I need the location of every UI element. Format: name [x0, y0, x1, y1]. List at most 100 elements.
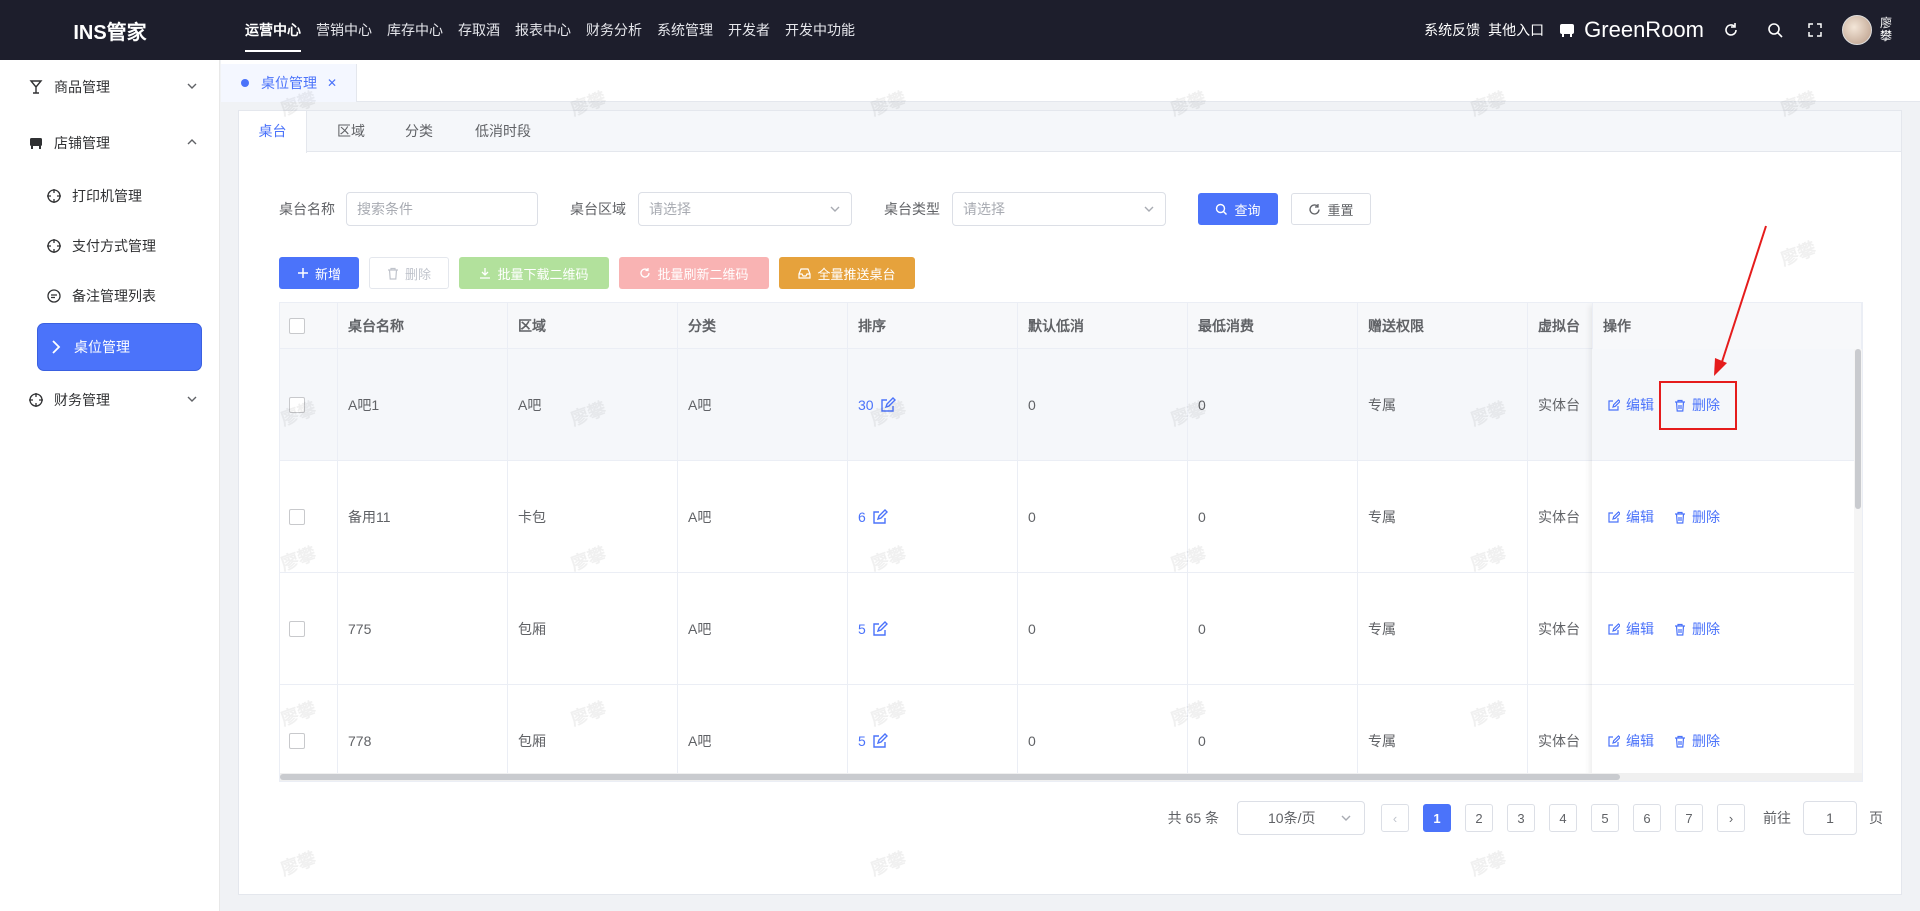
sort-edit[interactable]: 30	[858, 349, 896, 461]
sort-edit[interactable]: 5	[858, 573, 888, 685]
sidebar-group-store[interactable]: 店铺管理	[0, 118, 220, 168]
inbox-icon	[798, 268, 812, 279]
area-cell: A吧	[508, 349, 678, 461]
delete-row-button[interactable]: 删除	[1674, 395, 1720, 415]
page-button[interactable]: 4	[1549, 804, 1577, 832]
action-cell: 编辑 删除	[1592, 685, 1853, 781]
page-tab-tables[interactable]: 桌位管理 ✕	[221, 64, 357, 102]
row-checkbox[interactable]	[289, 397, 305, 413]
topnav-item-dev-features[interactable]: 开发中功能	[785, 0, 855, 60]
select-placeholder: 请选择	[963, 201, 1005, 217]
edit-button[interactable]: 编辑	[1608, 619, 1654, 639]
sidebar-item-printer[interactable]: 打印机管理	[0, 171, 220, 221]
page-size-value: 10条/页	[1268, 810, 1316, 826]
topnav-item-reports[interactable]: 报表中心	[515, 0, 571, 60]
edit-button[interactable]: 编辑	[1608, 395, 1654, 415]
category-cell: A吧	[678, 461, 848, 573]
sidebar-item-tables[interactable]: 桌位管理	[38, 324, 201, 370]
edit-button[interactable]: 编辑	[1608, 731, 1654, 751]
edit-button[interactable]: 编辑	[1608, 507, 1654, 527]
min-spend-cell: 0	[1188, 349, 1358, 461]
column-header: 排序	[848, 303, 1018, 349]
topnav-item-system[interactable]: 系统管理	[657, 0, 713, 60]
tab-categories[interactable]: 分类	[387, 111, 451, 152]
select-cell	[280, 573, 338, 685]
top-bar: INS管家 运营中心 营销中心 库存中心 存取酒 报表中心 财务分析 系统管理 …	[0, 0, 1920, 60]
delete-row-button[interactable]: 删除	[1674, 731, 1720, 751]
scroll-thumb[interactable]	[1855, 349, 1861, 509]
search-icon[interactable]	[1760, 15, 1790, 45]
store-switcher[interactable]: GreenRoom	[1558, 17, 1704, 43]
add-button[interactable]: 新增	[279, 257, 359, 289]
page-button[interactable]: 6	[1633, 804, 1661, 832]
sidebar-group-label: 商品管理	[54, 79, 110, 95]
close-icon[interactable]: ✕	[327, 76, 337, 90]
page-size-select[interactable]: 10条/页	[1237, 801, 1365, 835]
row-checkbox[interactable]	[289, 733, 305, 749]
row-checkbox[interactable]	[289, 509, 305, 525]
query-button[interactable]: 查询	[1198, 193, 1278, 225]
avatar[interactable]	[1842, 15, 1872, 45]
virtual-cell: 实体台	[1528, 685, 1598, 781]
goto-page-input[interactable]: 1	[1803, 801, 1857, 835]
select-cell	[280, 461, 338, 573]
select-all-checkbox[interactable]	[289, 318, 305, 334]
sidebar-group-finance[interactable]: 财务管理	[0, 375, 220, 425]
table-area-select[interactable]: 请选择	[638, 192, 852, 226]
edit-icon	[1608, 399, 1620, 411]
reset-button[interactable]: 重置	[1291, 193, 1371, 225]
sort-edit[interactable]: 5	[858, 685, 888, 781]
tab-min-spend-periods[interactable]: 低消时段	[455, 111, 551, 152]
user-name[interactable]: 廖攀	[1880, 17, 1894, 43]
name-cell: 778	[338, 685, 508, 781]
push-all-tables-button[interactable]: 全量推送桌台	[779, 257, 915, 289]
refresh-icon[interactable]	[1716, 15, 1746, 45]
horizontal-scrollbar[interactable]	[280, 773, 1862, 781]
table-name-input[interactable]: 搜索条件	[346, 192, 538, 226]
next-page-button[interactable]: ›	[1717, 804, 1745, 832]
sidebar-item-notes[interactable]: 备注管理列表	[0, 271, 220, 321]
row-checkbox[interactable]	[289, 621, 305, 637]
refresh-icon	[640, 268, 651, 278]
app-logo[interactable]: INS管家	[0, 0, 220, 60]
edit-label: 编辑	[1626, 621, 1654, 637]
page-button[interactable]: 1	[1423, 804, 1451, 832]
area-cell: 包厢	[508, 685, 678, 781]
prev-page-button[interactable]: ‹	[1381, 804, 1409, 832]
batch-refresh-qr-button[interactable]: 批量刷新二维码	[619, 257, 769, 289]
delete-button[interactable]: 删除	[369, 257, 449, 289]
delete-label: 删除	[404, 266, 431, 282]
sort-edit[interactable]: 6	[858, 461, 888, 573]
page-button[interactable]: 5	[1591, 804, 1619, 832]
topnav-item-operations[interactable]: 运营中心	[245, 0, 301, 60]
delete-row-button[interactable]: 删除	[1674, 619, 1720, 639]
sidebar-item-payment[interactable]: 支付方式管理	[0, 221, 220, 271]
batch-download-qr-button[interactable]: 批量下载二维码	[459, 257, 609, 289]
topnav-item-inventory[interactable]: 库存中心	[387, 0, 443, 60]
delete-row-button[interactable]: 删除	[1674, 507, 1720, 527]
topnav-item-marketing[interactable]: 营销中心	[316, 0, 372, 60]
sort-cell: 5	[848, 685, 1018, 781]
feedback-link[interactable]: 系统反馈	[1424, 20, 1480, 40]
tab-areas[interactable]: 区域	[319, 111, 383, 152]
tab-tables[interactable]: 桌台	[239, 111, 307, 153]
page-button[interactable]: 7	[1675, 804, 1703, 832]
topnav-item-developer[interactable]: 开发者	[728, 0, 770, 60]
fullscreen-icon[interactable]	[1800, 15, 1830, 45]
edit-icon	[1608, 735, 1620, 747]
plus-icon	[297, 268, 308, 278]
scroll-thumb[interactable]	[280, 774, 1620, 780]
main-card: 桌台 区域 分类 低消时段 桌台名称 搜索条件 桌台区域 请选择 桌台类型 请选…	[238, 110, 1902, 895]
other-entry-link[interactable]: 其他入口	[1488, 20, 1544, 40]
table-type-select[interactable]: 请选择	[952, 192, 1166, 226]
gift-cell: 专属	[1358, 573, 1528, 685]
sidebar-group-products[interactable]: 商品管理	[0, 62, 220, 112]
page-button[interactable]: 3	[1507, 804, 1535, 832]
vertical-scrollbar[interactable]	[1854, 349, 1862, 775]
tables-table: 桌台名称 区域 分类 排序 默认低消 最低消费 赠送权限 虚拟台 操作 A吧1 …	[279, 302, 1863, 782]
topnav-item-wine-storage[interactable]: 存取酒	[458, 0, 500, 60]
finance-icon	[28, 392, 44, 408]
page-button[interactable]: 2	[1465, 804, 1493, 832]
sort-cell: 30	[848, 349, 1018, 461]
topnav-item-finance[interactable]: 财务分析	[586, 0, 642, 60]
